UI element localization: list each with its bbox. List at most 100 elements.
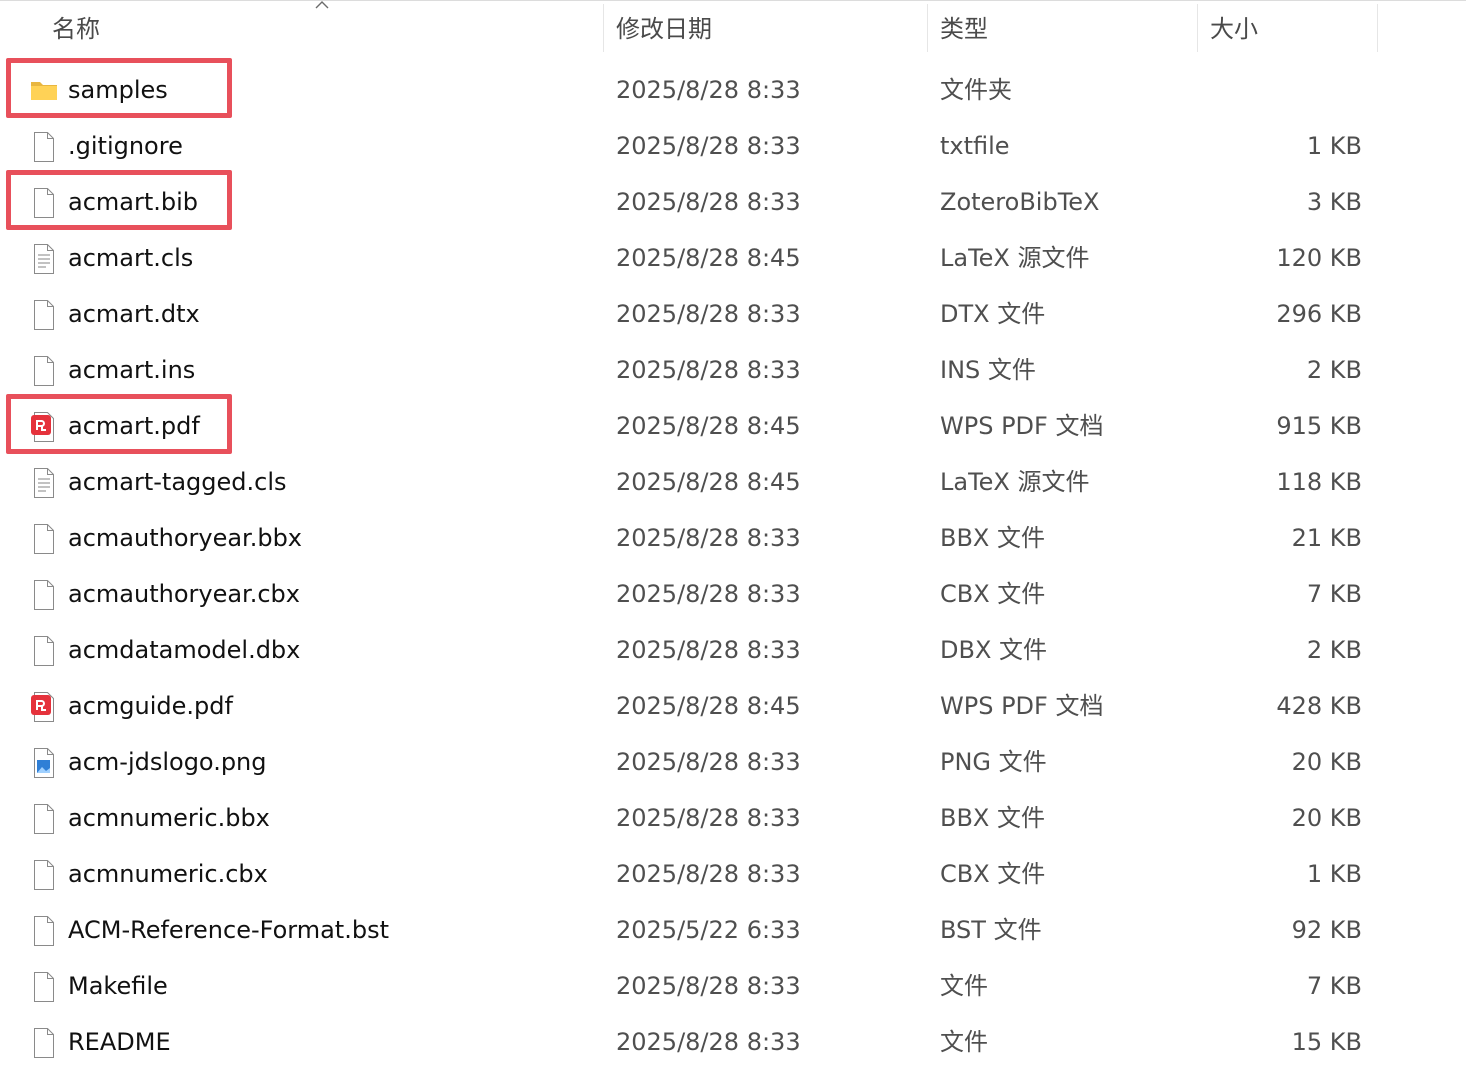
file-row[interactable]: acmart.bib 2025/8/28 8:33 ZoteroBibTeX 3 KB [0, 170, 1466, 230]
text-file-icon [30, 467, 58, 499]
file-name: README [68, 1028, 171, 1056]
file-row[interactable]: README 2025/8/28 8:33 文件 15 KB [0, 1014, 1466, 1070]
file-name: acmart.cls [68, 244, 194, 272]
image-file-icon [30, 747, 58, 779]
file-type: txtfile [940, 132, 1010, 160]
file-list: samples 2025/8/28 8:33 文件夹 .gitignore 2025/8… [0, 58, 1466, 1070]
file-size: 428 KB [1276, 692, 1362, 720]
file-row[interactable]: acmart-tagged.cls 2025/8/28 8:45 LaTeX 源文件… [0, 454, 1466, 510]
pdf-icon [30, 691, 58, 723]
file-date: 2025/8/28 8:33 [616, 580, 801, 608]
file-name: acmdatamodel.dbx [68, 636, 301, 664]
file-row[interactable]: acmart.dtx 2025/8/28 8:33 DTX 文件 296 KB [0, 286, 1466, 342]
file-row[interactable]: acmart.cls 2025/8/28 8:45 LaTeX 源文件 120 KB [0, 230, 1466, 286]
file-size: 7 KB [1306, 580, 1362, 608]
sort-ascending-icon [315, 1, 329, 9]
file-row[interactable]: samples 2025/8/28 8:33 文件夹 [0, 58, 1466, 118]
file-type: LaTeX 源文件 [940, 244, 1090, 272]
file-name: .gitignore [68, 132, 183, 160]
file-name: acmauthoryear.bbx [68, 524, 303, 552]
file-size [1200, 62, 1362, 118]
column-header-size[interactable]: 大小 [1198, 0, 1377, 56]
file-row[interactable]: acmdatamodel.dbx 2025/8/28 8:33 DBX 文件 2 KB [0, 622, 1466, 678]
column-header-name[interactable]: 名称 [0, 0, 603, 56]
highlight-box [6, 170, 232, 230]
file-type: 文件 [940, 1028, 988, 1056]
file-row[interactable]: acmauthoryear.cbx 2025/8/28 8:33 CBX 文件 7 K… [0, 566, 1466, 622]
file-date: 2025/8/28 8:45 [616, 412, 801, 440]
file-date: 2025/8/28 8:33 [616, 748, 801, 776]
file-size: 2 KB [1306, 636, 1362, 664]
file-icon [30, 355, 58, 387]
file-date: 2025/5/22 6:33 [616, 916, 801, 944]
column-header: 名称 修改日期 类型 大小 [0, 0, 1466, 56]
file-row[interactable]: Makefile 2025/8/28 8:33 文件 7 KB [0, 958, 1466, 1014]
file-size: 7 KB [1306, 972, 1362, 1000]
file-name: acmguide.pdf [68, 692, 233, 720]
file-row[interactable]: acmart.ins 2025/8/28 8:33 INS 文件 2 KB [0, 342, 1466, 398]
file-size: 20 KB [1291, 748, 1362, 776]
highlight-box [6, 58, 232, 118]
file-row[interactable]: acmauthoryear.bbx 2025/8/28 8:33 BBX 文件 21 … [0, 510, 1466, 566]
file-name: ACM-Reference-Format.bst [68, 916, 389, 944]
file-name: acmart.ins [68, 356, 196, 384]
column-header-date[interactable]: 修改日期 [604, 0, 927, 56]
file-date: 2025/8/28 8:33 [616, 524, 801, 552]
file-name: acmauthoryear.cbx [68, 580, 300, 608]
file-icon [30, 803, 58, 835]
file-date: 2025/8/28 8:33 [616, 132, 801, 160]
file-size: 92 KB [1291, 916, 1362, 944]
column-header-date-label: 修改日期 [616, 15, 712, 43]
file-size: 2 KB [1306, 356, 1362, 384]
file-icon [30, 915, 58, 947]
file-icon [30, 579, 58, 611]
file-row[interactable]: ACM-Reference-Format.bst 2025/5/22 6:33 BS… [0, 902, 1466, 958]
file-date: 2025/8/28 8:45 [616, 692, 801, 720]
file-type: BBX 文件 [940, 804, 1045, 832]
file-date: 2025/8/28 8:33 [616, 860, 801, 888]
file-type: CBX 文件 [940, 860, 1046, 888]
file-size: 296 KB [1276, 300, 1362, 328]
file-size: 120 KB [1276, 244, 1362, 272]
file-type: LaTeX 源文件 [940, 468, 1090, 496]
file-row[interactable]: acmnumeric.bbx 2025/8/28 8:33 BBX 文件 20 KB [0, 790, 1466, 846]
file-row[interactable]: acmnumeric.cbx 2025/8/28 8:33 CBX 文件 1 KB [0, 846, 1466, 902]
file-date: 2025/8/28 8:33 [616, 356, 801, 384]
file-icon [30, 1027, 58, 1059]
file-date: 2025/8/28 8:33 [616, 188, 801, 216]
file-size: 21 KB [1291, 524, 1362, 552]
file-name: Makefile [68, 972, 168, 1000]
column-header-type[interactable]: 类型 [928, 0, 1197, 56]
file-row[interactable]: acmart.pdf 2025/8/28 8:45 WPS PDF 文档 915 KB [0, 394, 1466, 454]
column-header-type-label: 类型 [940, 15, 988, 43]
highlight-box [6, 394, 232, 454]
column-header-name-label: 名称 [52, 15, 100, 43]
file-date: 2025/8/28 8:33 [616, 76, 801, 104]
file-name: acmnumeric.bbx [68, 804, 270, 832]
file-date: 2025/8/28 8:33 [616, 636, 801, 664]
file-size: 15 KB [1291, 1028, 1362, 1056]
column-header-size-label: 大小 [1210, 15, 1258, 43]
file-type: CBX 文件 [940, 580, 1046, 608]
file-name: acmart-tagged.cls [68, 468, 287, 496]
file-name: acmnumeric.cbx [68, 860, 268, 888]
file-type: ZoteroBibTeX [940, 188, 1100, 216]
file-type: PNG 文件 [940, 748, 1047, 776]
file-type: DBX 文件 [940, 636, 1048, 664]
file-row[interactable]: acmguide.pdf 2025/8/28 8:45 WPS PDF 文档 428 … [0, 678, 1466, 734]
file-icon [30, 635, 58, 667]
file-icon [30, 523, 58, 555]
file-icon [30, 131, 58, 163]
file-icon [30, 971, 58, 1003]
column-separator[interactable] [1377, 4, 1378, 52]
file-type: BST 文件 [940, 916, 1042, 944]
file-size: 915 KB [1276, 412, 1362, 440]
file-type: 文件 [940, 972, 988, 1000]
text-file-icon [30, 243, 58, 275]
file-type: BBX 文件 [940, 524, 1045, 552]
file-row[interactable]: .gitignore 2025/8/28 8:33 txtfile 1 KB [0, 118, 1466, 174]
file-size: 118 KB [1276, 468, 1362, 496]
file-row[interactable]: acm-jdslogo.png 2025/8/28 8:33 PNG 文件 20 KB [0, 734, 1466, 790]
file-icon [30, 299, 58, 331]
file-type: INS 文件 [940, 356, 1036, 384]
